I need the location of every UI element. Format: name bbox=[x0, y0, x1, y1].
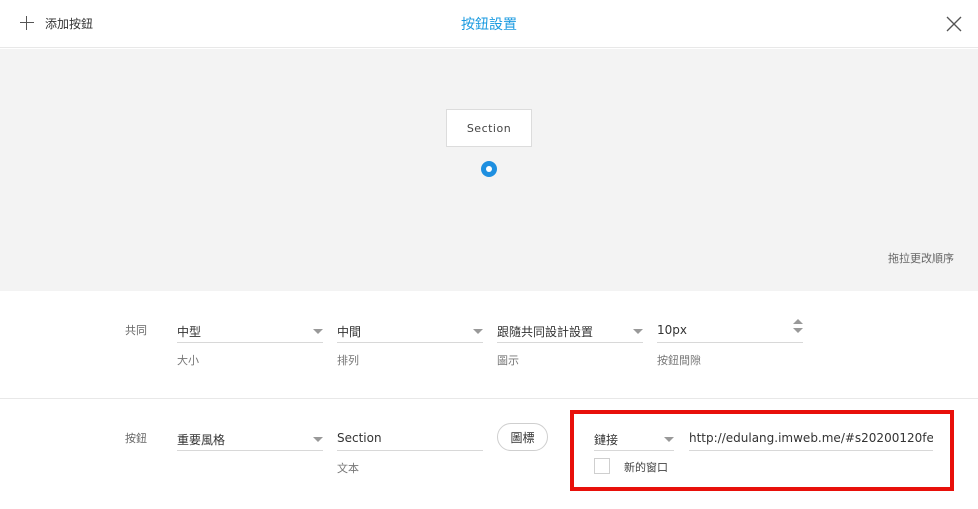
new-window-checkbox[interactable] bbox=[594, 458, 610, 474]
link-type-value: 鏈接 bbox=[594, 433, 619, 447]
link-type-select[interactable]: 鏈接 bbox=[594, 427, 674, 451]
spacing-label: 按鈕間隙 bbox=[657, 354, 701, 367]
preview-button[interactable]: Section bbox=[446, 109, 532, 147]
link-url-value: http://edulang.imweb.me/#s20200120fe7ed bbox=[689, 431, 933, 445]
icon-select[interactable]: 跟隨共同設計設置 bbox=[497, 319, 643, 343]
dialog-title: 按鈕設置 bbox=[461, 17, 517, 33]
button-text-input[interactable]: Section bbox=[337, 427, 483, 451]
chevron-down-icon bbox=[313, 437, 323, 442]
chevron-down-icon bbox=[313, 329, 323, 334]
spacing-value: 10px bbox=[657, 323, 687, 337]
chevron-down-icon bbox=[473, 329, 483, 334]
increment-icon[interactable] bbox=[793, 319, 803, 324]
button-row-label: 按鈕 bbox=[125, 432, 147, 445]
decrement-icon[interactable] bbox=[793, 328, 803, 333]
style-value: 重要風格 bbox=[177, 433, 226, 447]
size-select[interactable]: 中型 bbox=[177, 319, 323, 343]
new-window-label: 新的窗口 bbox=[624, 461, 668, 474]
spacing-input[interactable]: 10px bbox=[657, 319, 803, 343]
dialog-header: 添加按鈕 按鈕設置 bbox=[0, 0, 978, 48]
common-row-label: 共同 bbox=[125, 324, 147, 337]
button-text-value: Section bbox=[337, 431, 382, 445]
align-label: 排列 bbox=[337, 354, 359, 367]
selected-button-indicator[interactable] bbox=[481, 161, 497, 177]
divider bbox=[0, 398, 978, 399]
stepper-icon bbox=[793, 319, 803, 337]
align-value: 中間 bbox=[337, 325, 362, 339]
align-select[interactable]: 中間 bbox=[337, 319, 483, 343]
chevron-down-icon bbox=[633, 329, 643, 334]
chevron-down-icon bbox=[664, 437, 674, 442]
style-select[interactable]: 重要風格 bbox=[177, 427, 323, 451]
size-label: 大小 bbox=[177, 354, 199, 367]
icon-setting-label: 圖示 bbox=[497, 354, 519, 367]
drag-hint: 拖拉更改順序 bbox=[888, 252, 954, 265]
button-text-label: 文本 bbox=[337, 462, 359, 475]
close-icon[interactable] bbox=[946, 16, 962, 32]
preview-area: Section 拖拉更改順序 bbox=[0, 49, 978, 291]
size-value: 中型 bbox=[177, 325, 202, 339]
link-url-input[interactable]: http://edulang.imweb.me/#s20200120fe7ed bbox=[689, 427, 933, 451]
icon-button[interactable]: 圖標 bbox=[497, 423, 548, 451]
icon-setting-value: 跟隨共同設計設置 bbox=[497, 325, 594, 339]
